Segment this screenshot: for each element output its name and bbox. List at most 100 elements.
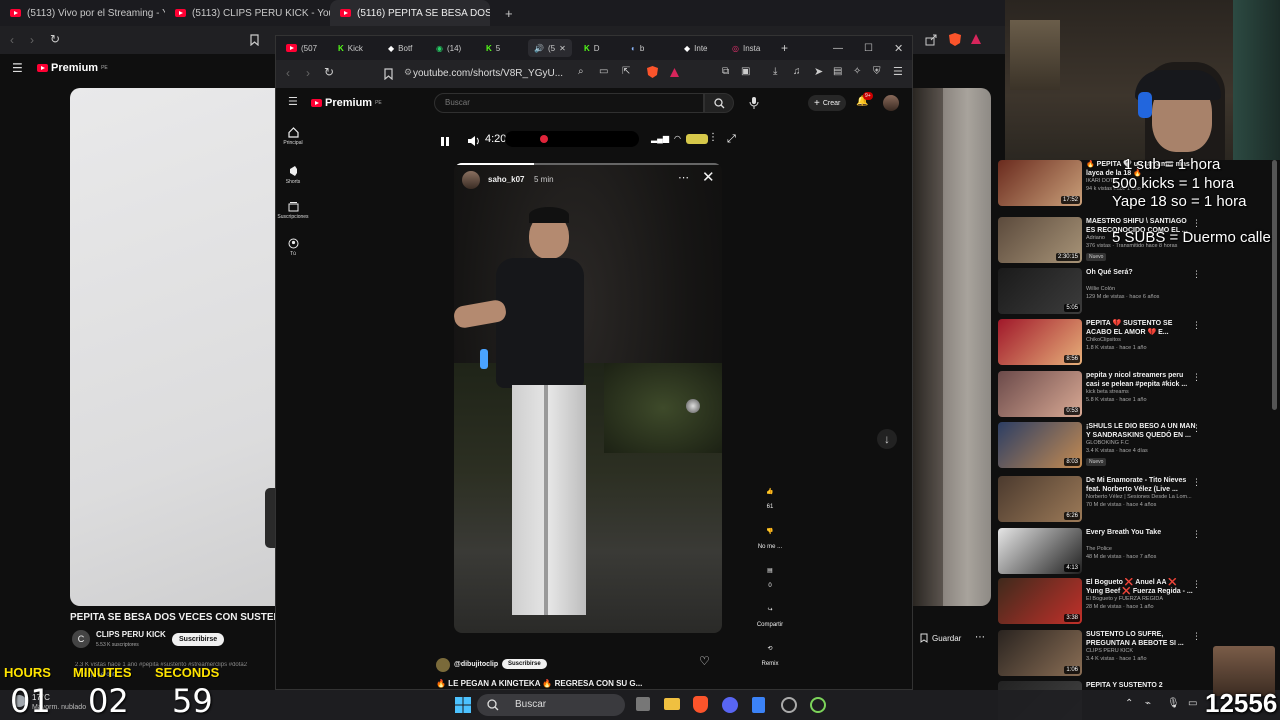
brave-shield-icon[interactable] — [948, 32, 962, 47]
close-window-icon[interactable]: ✕ — [894, 39, 903, 57]
short-video-player[interactable]: saho_k07 5 min ⋯ ✕ — [454, 163, 722, 633]
menu-icon[interactable]: ☰ — [12, 61, 23, 75]
menu-icon[interactable]: ☰ — [893, 65, 903, 78]
background-tab[interactable]: (5113) Vivo por el Streaming - YouTu — [0, 0, 165, 26]
video-thumbnail[interactable]: 8:56 — [998, 319, 1082, 365]
recommended-video[interactable]: 6:26 De Mi Enamorate - Tito Nieves feat. N… — [998, 476, 1268, 524]
video-thumbnail[interactable]: 6:26 — [998, 476, 1082, 522]
network-icon[interactable]: ⌁ — [1145, 698, 1151, 709]
file-explorer-icon[interactable] — [664, 698, 680, 710]
video-thumbnail[interactable]: 17:52 — [998, 160, 1082, 206]
tab[interactable]: K5 — [486, 39, 500, 57]
forward-icon[interactable]: › — [30, 33, 34, 47]
discord-icon[interactable] — [722, 697, 738, 713]
save-button[interactable]: Guardar — [920, 633, 961, 643]
short-channel-name[interactable]: @dibujitoclip — [454, 661, 498, 668]
back-icon[interactable]: ‹ — [10, 33, 14, 47]
video-more-icon[interactable]: ⋮ — [1192, 269, 1201, 280]
new-tab-icon[interactable]: + — [495, 0, 517, 26]
tab[interactable]: KD — [584, 39, 600, 57]
recommended-video[interactable]: 4:13 Every Breath You Take The Police 48 M … — [998, 528, 1268, 576]
volume-icon[interactable] — [467, 135, 480, 147]
video-channel[interactable]: kick beta streams — [1086, 389, 1129, 395]
download-icon[interactable]: ⤓ — [773, 66, 777, 77]
reload-icon[interactable]: ↻ — [324, 65, 334, 79]
share-button[interactable]: ↪ Compartir — [752, 599, 788, 629]
brave-rewards-icon[interactable] — [669, 67, 680, 78]
recommended-video[interactable]: 5:05 Oh Qué Será? Willie Colón 129 M de vis… — [998, 268, 1268, 316]
video-title[interactable]: El Bogueto ❌ Anuel AA ❌ Yung Beef ❌ Fuerz… — [1086, 578, 1254, 596]
story-close-icon[interactable]: ✕ — [702, 168, 715, 186]
task-view-icon[interactable] — [636, 697, 650, 711]
video-channel[interactable]: CLIPS PERU KICK — [1086, 648, 1133, 654]
extensions-icon[interactable]: ⧉ — [722, 66, 729, 77]
tab-active[interactable]: 🔊 (5 ✕ — [528, 39, 572, 57]
video-thumbnail[interactable]: 4:13 — [998, 528, 1082, 574]
microphone-icon[interactable] — [749, 96, 759, 110]
recommended-video[interactable]: 8:56 PEPITA 💔 SUSTENTO SE ACABO EL AMOR 💔 … — [998, 319, 1268, 367]
search-button[interactable] — [704, 93, 734, 113]
tab[interactable]: ◆ Botf — [388, 39, 412, 57]
channel-avatar[interactable]: C — [72, 630, 90, 648]
background-short-video[interactable] — [70, 88, 275, 606]
short-title[interactable]: 🔥 LE PEGAN A KINGTEKA 🔥 REGRESA CON SU G… — [436, 679, 676, 688]
video-thumbnail[interactable]: 2:30:15 — [998, 217, 1082, 263]
video-channel[interactable]: Willie Colón — [1086, 286, 1115, 292]
video-more-icon[interactable]: ⋮ — [1192, 423, 1201, 434]
video-title[interactable]: Oh Qué Será? — [1086, 268, 1254, 277]
app-icon[interactable] — [810, 697, 826, 713]
next-short-button[interactable]: ↓ — [877, 429, 897, 449]
remix-button[interactable]: ⟲ Remix — [752, 638, 788, 668]
background-next-video[interactable] — [913, 88, 991, 606]
tab-search-icon[interactable]: ▣ — [741, 66, 750, 77]
short-channel-avatar[interactable] — [436, 658, 450, 672]
video-channel[interactable]: El Bogueto y FUERZA REGIDA — [1086, 596, 1163, 602]
menu-icon[interactable]: ☰ — [288, 95, 298, 108]
tab[interactable]: ◉ (14) — [436, 39, 461, 57]
video-more-icon[interactable]: ⋮ — [1192, 372, 1201, 383]
tab[interactable]: (507 — [286, 39, 317, 57]
share-icon[interactable]: ⇱ — [622, 66, 630, 77]
zoom-icon[interactable]: ⌕ — [578, 66, 584, 77]
background-tab-active[interactable]: (5116) PEPITA SE BESA DOS VEC✕ — [330, 0, 490, 26]
vpn-icon[interactable]: ⛨ — [873, 66, 881, 77]
story-avatar[interactable] — [462, 171, 480, 189]
create-button[interactable]: + Crear — [808, 95, 847, 111]
tab[interactable]: K Kick — [338, 39, 363, 57]
maximize-icon[interactable]: ☐ — [864, 39, 873, 57]
video-channel[interactable]: Norberto Vélez | Sesiones Desde La Lom..… — [1086, 494, 1192, 500]
rail-item-home[interactable]: Principal — [276, 127, 310, 146]
screencast-icon[interactable]: ▭ — [599, 66, 608, 77]
media-icon[interactable]: ♫ — [793, 66, 801, 77]
taskbar-search[interactable]: Buscar — [477, 694, 625, 716]
windows-start-icon[interactable] — [455, 697, 471, 713]
minimize-icon[interactable]: — — [833, 39, 843, 57]
video-thumbnail[interactable]: 5:05 — [998, 268, 1082, 314]
rail-item-subscriptions[interactable]: Suscripciones — [276, 201, 310, 220]
video-more-icon[interactable]: ⋮ — [1192, 477, 1201, 488]
new-tab-icon[interactable]: + — [781, 39, 788, 57]
video-thumbnail[interactable]: 8:03 — [998, 422, 1082, 468]
story-more-icon[interactable]: ⋯ — [678, 171, 689, 184]
more-options-icon[interactable]: ⋯ — [975, 632, 985, 643]
fullscreen-icon[interactable]: ⤢ — [727, 133, 736, 146]
story-username[interactable]: saho_k07 — [488, 175, 524, 184]
video-more-icon[interactable]: ⋮ — [1192, 579, 1201, 590]
short-like-heart-icon[interactable]: ♡ — [699, 654, 710, 668]
recommended-video[interactable]: 8:03 ¡SHULS LE DIO BESO A UN MAN Y SANDRAS… — [998, 422, 1268, 470]
video-channel[interactable]: ChikoClipsitos — [1086, 337, 1121, 343]
tab[interactable]: ◎ Insta — [732, 39, 760, 57]
tray-chevron-icon[interactable]: ⌃ — [1125, 698, 1133, 709]
forward-icon[interactable]: › — [306, 66, 310, 80]
recommended-video[interactable]: 0:53 pepita y nicol streamers peru casi se… — [998, 371, 1268, 419]
bookmark-icon[interactable] — [250, 34, 259, 46]
site-settings-icon[interactable]: ⚙ — [404, 67, 412, 78]
tab[interactable]: ◆ Inte — [684, 39, 708, 57]
video-channel[interactable]: Adriano — [1086, 235, 1105, 241]
share-page-icon[interactable] — [925, 34, 937, 46]
obs-icon[interactable] — [781, 697, 797, 713]
video-channel[interactable]: The Police — [1086, 546, 1112, 552]
youtube-premium-logo[interactable]: Premium PE — [311, 97, 382, 109]
tab[interactable]: ◐ b — [631, 39, 644, 57]
video-title[interactable]: De Mi Enamorate - Tito Nieves feat. Norbe… — [1086, 476, 1254, 494]
